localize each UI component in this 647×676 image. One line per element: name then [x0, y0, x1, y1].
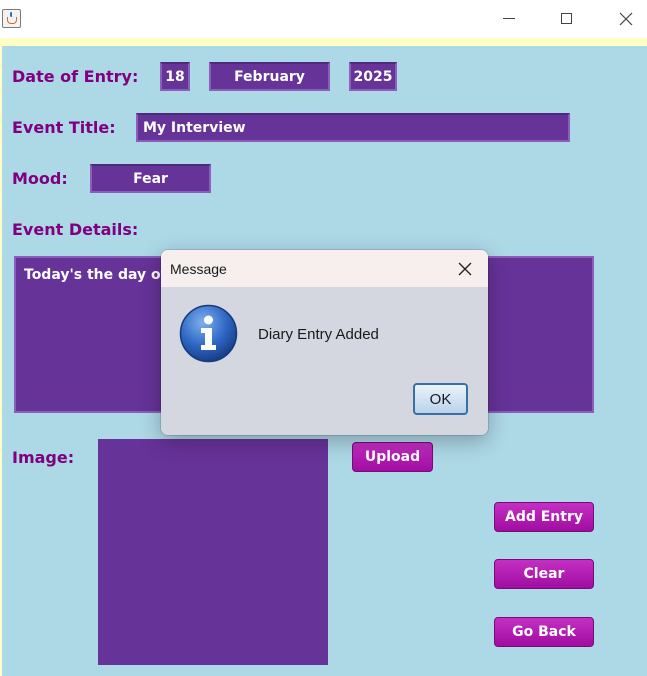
event-details-label: Event Details: — [12, 220, 139, 239]
dialog-message: Diary Entry Added — [258, 326, 379, 343]
dialog-close-button[interactable] — [453, 259, 477, 279]
close-icon — [458, 262, 472, 276]
close-icon — [619, 12, 633, 26]
information-icon — [179, 304, 238, 363]
image-preview — [98, 439, 328, 665]
month-field[interactable]: February — [209, 62, 330, 91]
dialog-body: Diary Entry Added OK — [161, 287, 488, 435]
upload-button[interactable]: Upload — [352, 442, 433, 472]
date-label: Date of Entry: — [12, 67, 139, 86]
minimize-button[interactable] — [486, 4, 532, 34]
minimize-icon — [503, 18, 515, 19]
mood-label: Mood: — [12, 169, 68, 188]
event-title-field[interactable]: My Interview — [136, 113, 570, 142]
image-label: Image: — [12, 448, 75, 467]
mood-field[interactable]: Fear — [90, 164, 211, 193]
message-dialog: Message Diary Entry Added OK — [161, 250, 488, 435]
window-titlebar — [0, 0, 647, 38]
maximize-icon — [561, 13, 572, 24]
maximize-button[interactable] — [544, 4, 590, 34]
event-title-label: Event Title: — [12, 118, 116, 137]
close-window-button[interactable] — [602, 4, 647, 34]
ok-button[interactable]: OK — [413, 383, 468, 415]
java-cup-icon — [2, 9, 21, 28]
add-entry-button[interactable]: Add Entry — [494, 502, 594, 532]
top-strip — [0, 38, 647, 46]
clear-button[interactable]: Clear — [494, 559, 594, 589]
go-back-button[interactable]: Go Back — [494, 617, 594, 647]
year-field[interactable]: 2025 — [349, 62, 397, 91]
day-field[interactable]: 18 — [160, 62, 190, 91]
dialog-titlebar: Message — [161, 250, 488, 287]
dialog-title: Message — [170, 261, 227, 277]
